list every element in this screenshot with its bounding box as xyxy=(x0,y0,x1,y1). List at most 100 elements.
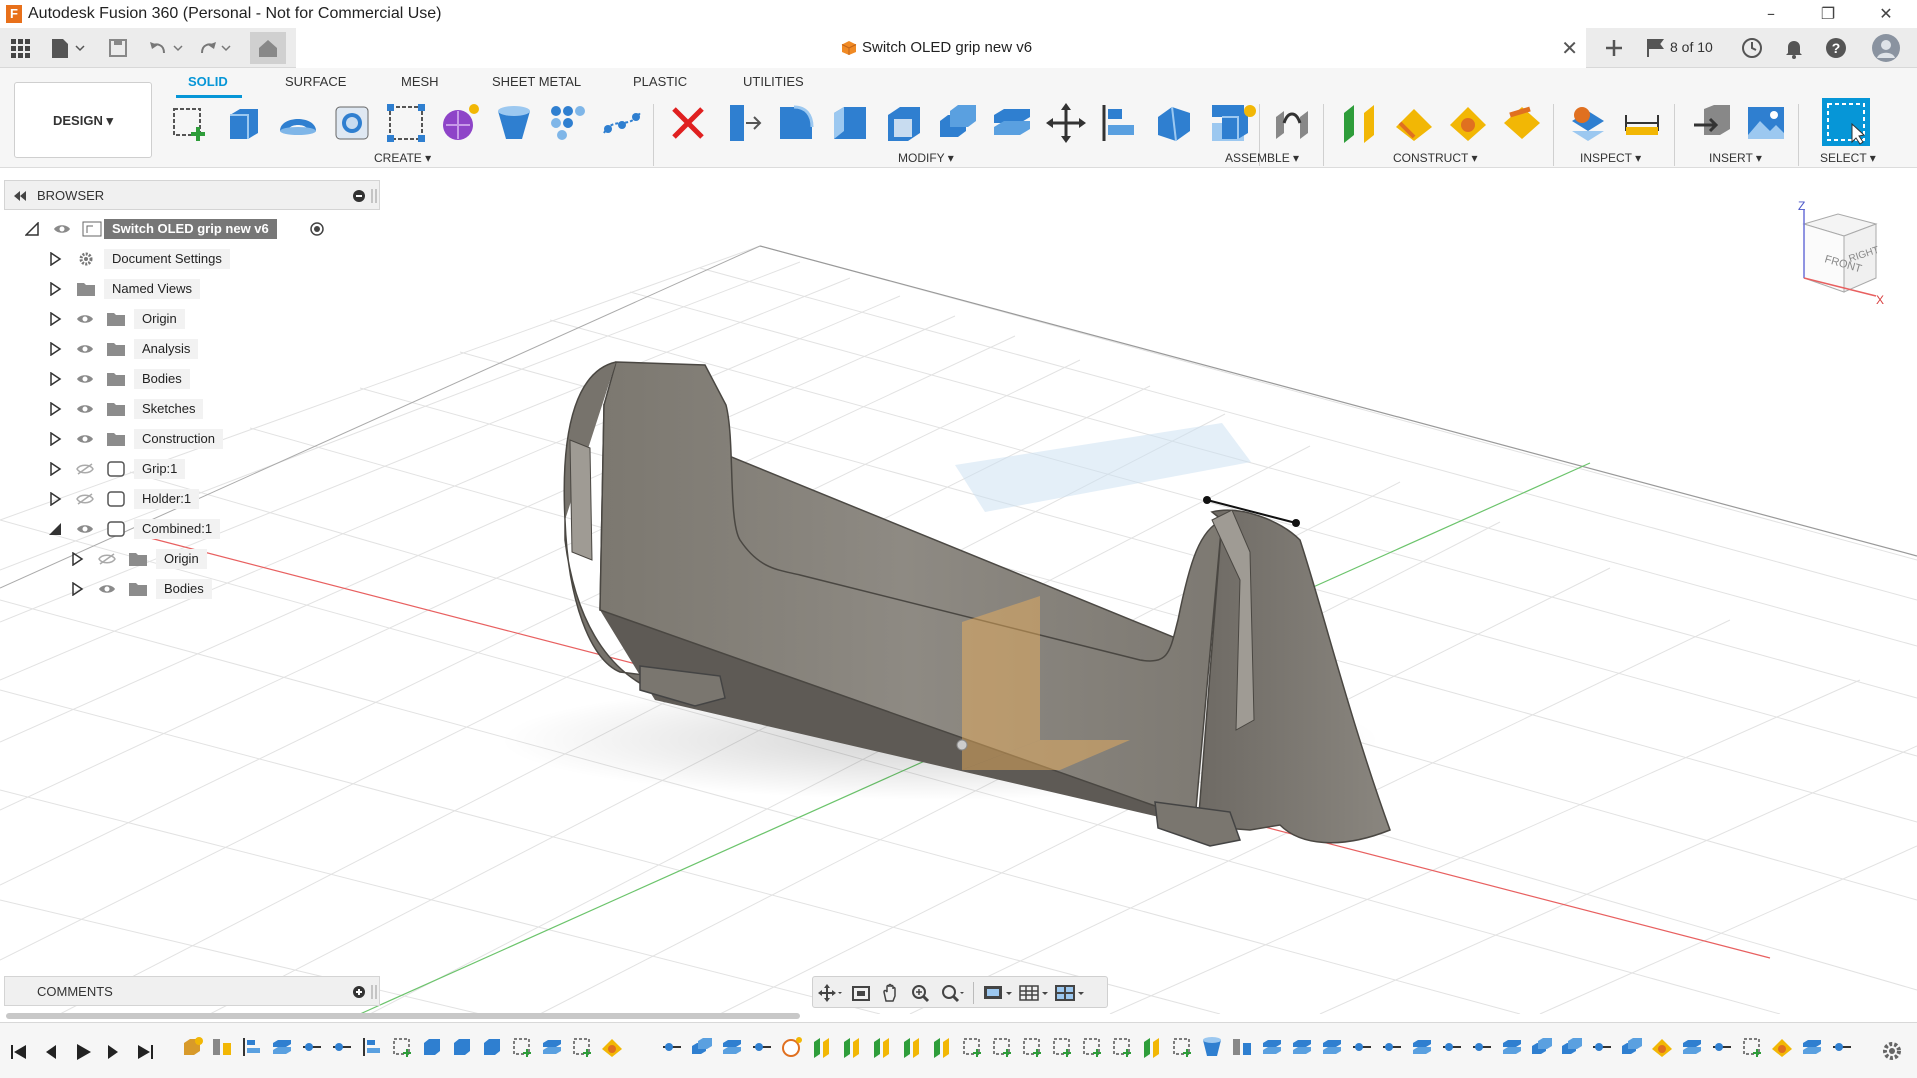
timeline-combine-icon[interactable] xyxy=(690,1035,714,1059)
timeline-split-icon[interactable] xyxy=(1320,1035,1344,1059)
hidden-eye-icon[interactable] xyxy=(76,493,94,505)
timeline-split-icon[interactable] xyxy=(270,1035,294,1059)
visibility-eye-icon[interactable] xyxy=(76,373,94,385)
select-icon[interactable] xyxy=(1822,98,1870,146)
group-construct[interactable]: CONSTRUCT ▾ xyxy=(1393,151,1477,165)
fit-zoom-icon[interactable] xyxy=(939,983,965,1003)
tree-item-combined-bodies[interactable]: Bodies xyxy=(66,577,346,601)
orbit-icon[interactable] xyxy=(817,983,843,1003)
save-icon[interactable] xyxy=(106,36,130,60)
tree-item-combined-origin[interactable]: Origin xyxy=(66,547,346,571)
tree-item-document-settings[interactable]: Document Settings xyxy=(44,247,344,271)
comments-panel-header[interactable]: COMMENTS xyxy=(4,976,380,1006)
hidden-eye-icon[interactable] xyxy=(76,463,94,475)
measure-icon[interactable] xyxy=(1620,101,1664,145)
collapse-arrow-icon[interactable] xyxy=(48,522,62,536)
timeline-split-icon[interactable] xyxy=(1260,1035,1284,1059)
tab-plastic[interactable]: PLASTIC xyxy=(633,74,687,89)
timeline-sketch-icon[interactable] xyxy=(1170,1035,1194,1059)
visibility-eye-icon[interactable] xyxy=(53,223,71,235)
minimize-button[interactable]: – xyxy=(1751,2,1791,26)
group-select[interactable]: SELECT ▾ xyxy=(1820,151,1876,165)
timeline-settings-gear-icon[interactable] xyxy=(1880,1039,1904,1063)
expand-arrow-icon[interactable] xyxy=(48,402,62,416)
group-insert[interactable]: INSERT ▾ xyxy=(1709,151,1762,165)
plane-at-angle-icon[interactable] xyxy=(1392,101,1436,145)
timeline-sketch-icon[interactable] xyxy=(1740,1035,1764,1059)
tab-utilities[interactable]: UTILITIES xyxy=(743,74,804,89)
move-copy-icon[interactable] xyxy=(1044,101,1088,145)
timeline-sketch-icon[interactable] xyxy=(1020,1035,1044,1059)
timeline-move-icon[interactable] xyxy=(660,1035,684,1059)
midplane-icon[interactable] xyxy=(1500,101,1544,145)
timeline-move-icon[interactable] xyxy=(330,1035,354,1059)
timeline-plane-green-icon[interactable] xyxy=(810,1035,834,1059)
timeline-sketch-icon[interactable] xyxy=(1050,1035,1074,1059)
interference-icon[interactable] xyxy=(1566,101,1610,145)
timeline-move-icon[interactable] xyxy=(300,1035,324,1059)
timeline-align-icon[interactable] xyxy=(360,1035,384,1059)
rectangular-pattern-icon[interactable] xyxy=(384,101,428,145)
rewind-to-start-icon[interactable] xyxy=(8,1041,30,1063)
expand-arrow-icon[interactable] xyxy=(70,582,84,596)
extrude-icon[interactable] xyxy=(222,101,266,145)
visibility-eye-icon[interactable] xyxy=(76,313,94,325)
tree-item-combined[interactable]: Combined:1 xyxy=(44,517,344,541)
expand-arrow-icon[interactable] xyxy=(48,252,62,266)
browser-collapse-icon[interactable] xyxy=(353,190,365,202)
pan-hand-icon[interactable] xyxy=(879,983,905,1003)
visibility-eye-icon[interactable] xyxy=(76,343,94,355)
timeline-split-icon[interactable] xyxy=(1500,1035,1524,1059)
file-menu-icon[interactable] xyxy=(48,36,88,60)
close-tab-button[interactable]: ✕ xyxy=(1561,34,1578,62)
timeline-plane-green-icon[interactable] xyxy=(1140,1035,1164,1059)
timeline-split-icon[interactable] xyxy=(1680,1035,1704,1059)
skip-to-end-icon[interactable] xyxy=(134,1041,156,1063)
timeline-extrude-icon[interactable] xyxy=(450,1035,474,1059)
step-back-icon[interactable] xyxy=(40,1041,62,1063)
timeline-split-icon[interactable] xyxy=(540,1035,564,1059)
visibility-eye-icon[interactable] xyxy=(98,583,116,595)
collapse-panel-icon[interactable] xyxy=(13,190,27,202)
group-modify[interactable]: MODIFY ▾ xyxy=(898,151,954,165)
timeline-split-icon[interactable] xyxy=(1410,1035,1434,1059)
align-icon[interactable] xyxy=(1098,101,1142,145)
revolve-icon[interactable] xyxy=(276,101,320,145)
look-at-icon[interactable] xyxy=(849,983,875,1003)
timeline-combine-icon[interactable] xyxy=(1530,1035,1554,1059)
visibility-eye-icon[interactable] xyxy=(76,403,94,415)
timeline-sketch-icon[interactable] xyxy=(990,1035,1014,1059)
new-component-icon[interactable] xyxy=(1216,101,1260,145)
shell-icon[interactable] xyxy=(882,101,926,145)
offset-plane-icon[interactable] xyxy=(1338,101,1382,145)
timeline-plane-icon[interactable] xyxy=(1650,1035,1674,1059)
timeline-extrude-icon[interactable] xyxy=(480,1035,504,1059)
timeline-move-icon[interactable] xyxy=(1470,1035,1494,1059)
split-body-icon[interactable] xyxy=(990,101,1034,145)
expand-arrow-icon[interactable] xyxy=(48,372,62,386)
timeline-plane-green-icon[interactable] xyxy=(930,1035,954,1059)
timeline-split-icon[interactable] xyxy=(1800,1035,1824,1059)
timeline-sketch-icon[interactable] xyxy=(1110,1035,1134,1059)
timeline-sketch-icon[interactable] xyxy=(960,1035,984,1059)
tab-surface[interactable]: SURFACE xyxy=(285,74,346,89)
timeline-split-icon[interactable] xyxy=(1290,1035,1314,1059)
timeline-joint-icon[interactable] xyxy=(1230,1035,1254,1059)
tree-item-named-views[interactable]: Named Views xyxy=(44,277,344,301)
expand-arrow-icon[interactable] xyxy=(48,492,62,506)
hole-icon[interactable] xyxy=(330,101,374,145)
group-assemble[interactable]: ASSEMBLE ▾ xyxy=(1225,151,1299,165)
tree-item-construction[interactable]: Construction xyxy=(44,427,344,451)
tab-sheet-metal[interactable]: SHEET METAL xyxy=(492,74,581,89)
document-tab[interactable]: Switch OLED grip new v6 ✕ xyxy=(296,28,1586,68)
delete-icon[interactable] xyxy=(666,101,710,145)
timeline-plane-green-icon[interactable] xyxy=(900,1035,924,1059)
pattern-icon[interactable] xyxy=(546,101,590,145)
fillet-icon[interactable] xyxy=(774,101,818,145)
tree-item-origin[interactable]: Origin xyxy=(44,307,344,331)
tangent-plane-icon[interactable] xyxy=(1446,101,1490,145)
help-icon[interactable]: ? xyxy=(1824,36,1848,60)
version-history-icon[interactable] xyxy=(1644,36,1668,60)
maximize-button[interactable]: ❐ xyxy=(1808,2,1848,26)
expand-arrow-icon[interactable] xyxy=(70,552,84,566)
